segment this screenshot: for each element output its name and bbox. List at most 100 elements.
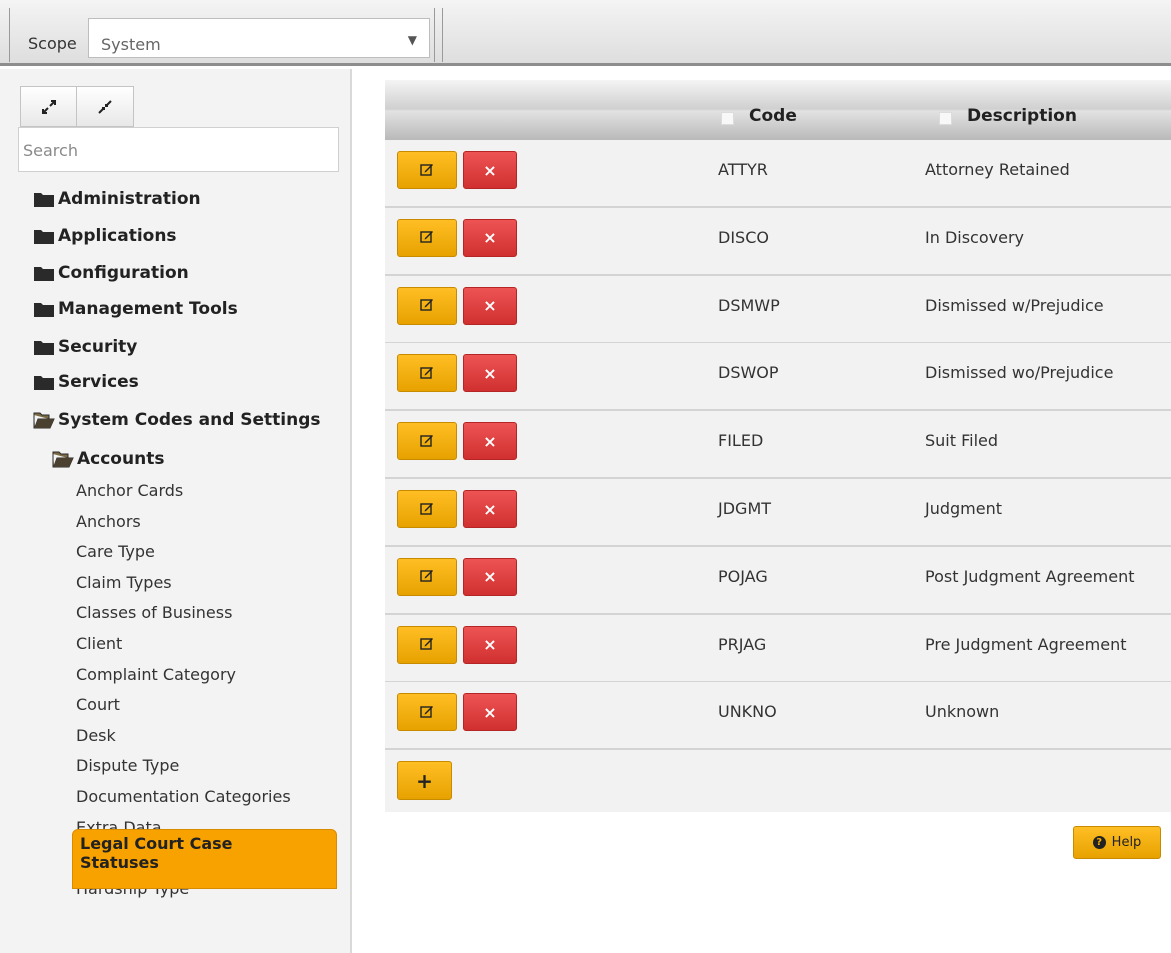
edit-button[interactable] <box>397 625 457 664</box>
tree-leaf-item[interactable]: Anchors <box>76 512 141 531</box>
tree-subfolder-label: Accounts <box>77 449 165 469</box>
delete-icon: × <box>483 567 497 587</box>
edit-button[interactable] <box>397 490 457 528</box>
delete-icon: × <box>483 363 497 383</box>
tree-folder-item[interactable]: Management Tools <box>33 299 238 319</box>
cell-description: Attorney Retained <box>925 160 1070 179</box>
column-header-description-label: Description <box>967 106 1077 126</box>
folder-icon <box>33 374 55 391</box>
tree-leaf-item[interactable]: Court <box>76 695 120 714</box>
selected-leaf-line-2: Statuses <box>80 853 159 872</box>
edit-icon <box>420 161 434 180</box>
delete-icon: × <box>483 635 497 655</box>
column-checkbox-code[interactable] <box>721 111 734 125</box>
delete-button[interactable]: × <box>463 625 517 664</box>
cell-code: UNKNO <box>718 702 777 722</box>
cell-description: Unknown <box>925 702 1000 722</box>
column-header-code-label: Code <box>749 106 797 126</box>
tree-toolbar <box>20 86 134 127</box>
folder-icon <box>33 228 55 245</box>
delete-button[interactable]: × <box>463 490 517 528</box>
tree-leaf-item[interactable]: Client <box>76 634 122 653</box>
tree-folder-item[interactable]: Applications <box>33 226 177 246</box>
cell-code: DISCO <box>718 227 769 247</box>
delete-button[interactable]: × <box>463 693 517 732</box>
dropdown-arrow-icon: ▼ <box>407 33 417 47</box>
delete-button[interactable]: × <box>463 422 517 461</box>
tree-leaf-item[interactable]: Documentation Categories <box>76 787 291 806</box>
scope-label: Scope <box>28 34 77 53</box>
delete-button[interactable]: × <box>463 557 517 596</box>
delete-icon: × <box>483 431 497 451</box>
delete-button[interactable]: × <box>463 286 517 325</box>
tree-leaf-item[interactable]: Care Type <box>76 542 155 561</box>
column-header-code[interactable]: Code <box>721 106 797 126</box>
cell-description: Suit Filed <box>925 431 999 451</box>
edit-button[interactable] <box>397 354 457 393</box>
cell-description: Judgment <box>925 499 1003 518</box>
column-checkbox-description[interactable] <box>939 111 952 125</box>
tree-folder-label: Administration <box>58 189 201 209</box>
table-row: × FILED Suit Filed <box>385 411 1171 480</box>
cell-code: JDGMT <box>718 499 772 518</box>
tree-leaf-item[interactable]: Classes of Business <box>76 603 232 622</box>
cell-description: Dismissed wo/Prejudice <box>925 363 1114 383</box>
tree-folder-item[interactable]: Configuration <box>33 263 189 283</box>
table-row: × DSWOP Dismissed wo/Prejudice <box>385 343 1171 412</box>
delete-icon: × <box>483 296 497 316</box>
tree-leaf-item-selected[interactable]: Legal Court Case Statuses <box>72 829 337 889</box>
edit-icon <box>420 635 434 654</box>
tree-folder-label: Management Tools <box>58 299 238 319</box>
column-header-description[interactable]: Description <box>939 106 1077 126</box>
tree-folder-label: Configuration <box>58 263 189 283</box>
tree-leaf-item[interactable]: Dispute Type <box>76 756 179 775</box>
tree-subfolder-accounts[interactable]: Accounts <box>52 449 164 469</box>
grid-footer: + <box>385 750 1171 812</box>
tree-folder-item[interactable]: Security <box>33 337 137 357</box>
scope-select[interactable]: System ▼ <box>88 18 430 58</box>
add-button[interactable]: + <box>397 761 452 800</box>
table-row: × UNKNO Unknown <box>385 682 1171 751</box>
expand-all-button[interactable] <box>20 86 77 127</box>
delete-button[interactable]: × <box>463 151 517 189</box>
table-row: × POJAG Post Judgment Agreement <box>385 546 1171 615</box>
edit-icon <box>420 364 434 383</box>
collapse-icon <box>98 99 112 114</box>
cell-description: Pre Judgment Agreement <box>925 634 1127 654</box>
tree-folder-label: System Codes and Settings <box>58 410 321 430</box>
tree-leaf-item[interactable]: Desk <box>76 726 116 745</box>
cell-code: PRJAG <box>718 634 767 654</box>
tree-folder-item[interactable]: Administration <box>33 189 201 209</box>
folder-open-icon <box>33 412 55 429</box>
edit-button[interactable] <box>397 557 457 596</box>
tree-folder-item[interactable]: System Codes and Settings <box>33 410 321 430</box>
collapse-all-button[interactable] <box>77 86 134 127</box>
tree-leaf-item[interactable]: Anchor Cards <box>76 481 183 500</box>
help-button[interactable]: ? Help <box>1073 826 1161 859</box>
tree-leaf-item[interactable]: Complaint Category <box>76 665 236 684</box>
table-row: × PRJAG Pre Judgment Agreement <box>385 614 1171 683</box>
grid-header: Code Description <box>385 80 1171 140</box>
delete-icon: × <box>483 499 497 519</box>
cell-description: Post Judgment Agreement <box>925 566 1135 586</box>
edit-button[interactable] <box>397 286 457 325</box>
delete-button[interactable]: × <box>463 354 517 393</box>
delete-icon: × <box>483 228 497 248</box>
scope-toolbar: Scope System ▼ <box>0 0 1171 66</box>
table-row: × JDGMT Judgment <box>385 479 1171 547</box>
folder-open-icon <box>52 451 74 468</box>
tree-folder-item[interactable]: Services <box>33 372 139 392</box>
tree-leaf-item[interactable]: Claim Types <box>76 573 172 592</box>
edit-icon <box>420 500 434 519</box>
folder-icon <box>33 301 55 318</box>
tree-search-input[interactable]: Search <box>18 127 339 172</box>
delete-button[interactable]: × <box>463 218 517 257</box>
edit-button[interactable] <box>397 218 457 257</box>
edit-button[interactable] <box>397 422 457 461</box>
tree-folder-label: Applications <box>58 226 177 246</box>
table-row: × DISCO In Discovery <box>385 207 1171 276</box>
edit-icon <box>420 296 434 315</box>
edit-button[interactable] <box>397 151 457 189</box>
edit-button[interactable] <box>397 693 457 732</box>
folder-icon <box>33 191 55 208</box>
